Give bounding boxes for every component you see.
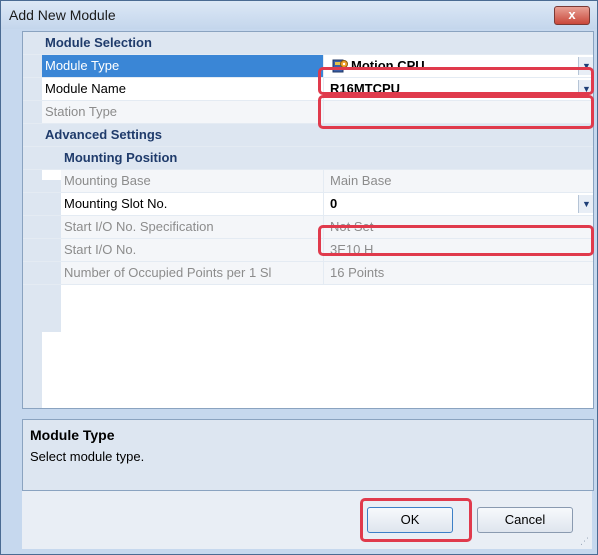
title-bar: Add New Module x bbox=[1, 1, 597, 29]
start-io-spec-label: Start I/O No. Specification bbox=[64, 219, 214, 234]
highlight-ok-button bbox=[360, 498, 472, 542]
module-name-label: Module Name bbox=[45, 81, 126, 96]
occupied-points-name-cell: Number of Occupied Points per 1 Sl bbox=[61, 262, 323, 284]
mounting-slot-value-cell[interactable]: 0 ▼ bbox=[323, 193, 593, 215]
category-module-selection[interactable]: Module Selection bbox=[23, 32, 593, 55]
occupied-points-value: 16 Points bbox=[330, 265, 385, 280]
station-type-name-cell: Station Type bbox=[42, 101, 323, 123]
mounting-base-name-cell: Mounting Base bbox=[61, 170, 323, 192]
category-mounting-position[interactable]: Mounting Position bbox=[23, 147, 593, 170]
close-icon: x bbox=[568, 7, 576, 22]
mounting-base-value-cell: Main Base bbox=[323, 170, 593, 192]
mounting-base-label: Mounting Base bbox=[64, 173, 151, 188]
category-label: Module Selection bbox=[45, 35, 152, 50]
cancel-button[interactable]: Cancel bbox=[477, 507, 573, 533]
start-io-label: Start I/O No. bbox=[64, 242, 137, 257]
occupied-points-label: Number of Occupied Points per 1 Sl bbox=[64, 265, 272, 280]
highlight-mounting-slot bbox=[318, 225, 594, 256]
row-mounting-base: Mounting Base Main Base bbox=[23, 170, 593, 193]
chevron-down-icon[interactable]: ▼ bbox=[578, 195, 593, 213]
dialog-title: Add New Module bbox=[9, 7, 116, 23]
category-label: Advanced Settings bbox=[45, 127, 163, 142]
occupied-points-value-cell: 16 Points bbox=[323, 262, 593, 284]
add-new-module-dialog: Add New Module x Module Selection Module… bbox=[0, 0, 598, 555]
module-type-name-cell[interactable]: Module Type bbox=[42, 55, 323, 77]
highlight-module-type bbox=[318, 67, 594, 95]
row-mounting-slot[interactable]: Mounting Slot No. 0 ▼ bbox=[23, 193, 593, 216]
station-type-label: Station Type bbox=[45, 104, 118, 119]
button-bar: OK Cancel ⋰ bbox=[22, 491, 592, 549]
description-panel: Module Type Select module type. bbox=[22, 419, 594, 491]
module-type-label: Module Type bbox=[45, 58, 120, 73]
mounting-slot-label: Mounting Slot No. bbox=[64, 196, 168, 211]
description-title: Module Type bbox=[30, 427, 115, 443]
start-io-name-cell: Start I/O No. bbox=[61, 239, 323, 261]
category-label: Mounting Position bbox=[64, 150, 178, 165]
mounting-slot-value: 0 bbox=[330, 196, 338, 211]
module-name-name-cell[interactable]: Module Name bbox=[42, 78, 323, 100]
highlight-module-name bbox=[318, 95, 594, 129]
mounting-base-value: Main Base bbox=[330, 173, 392, 188]
start-io-spec-name-cell: Start I/O No. Specification bbox=[61, 216, 323, 238]
description-text: Select module type. bbox=[30, 449, 145, 464]
mounting-slot-name-cell[interactable]: Mounting Slot No. bbox=[61, 193, 323, 215]
resize-grip-icon[interactable]: ⋰ bbox=[580, 536, 589, 547]
row-occupied-points: Number of Occupied Points per 1 Sl 16 Po… bbox=[23, 262, 593, 285]
close-button[interactable]: x bbox=[554, 6, 590, 25]
